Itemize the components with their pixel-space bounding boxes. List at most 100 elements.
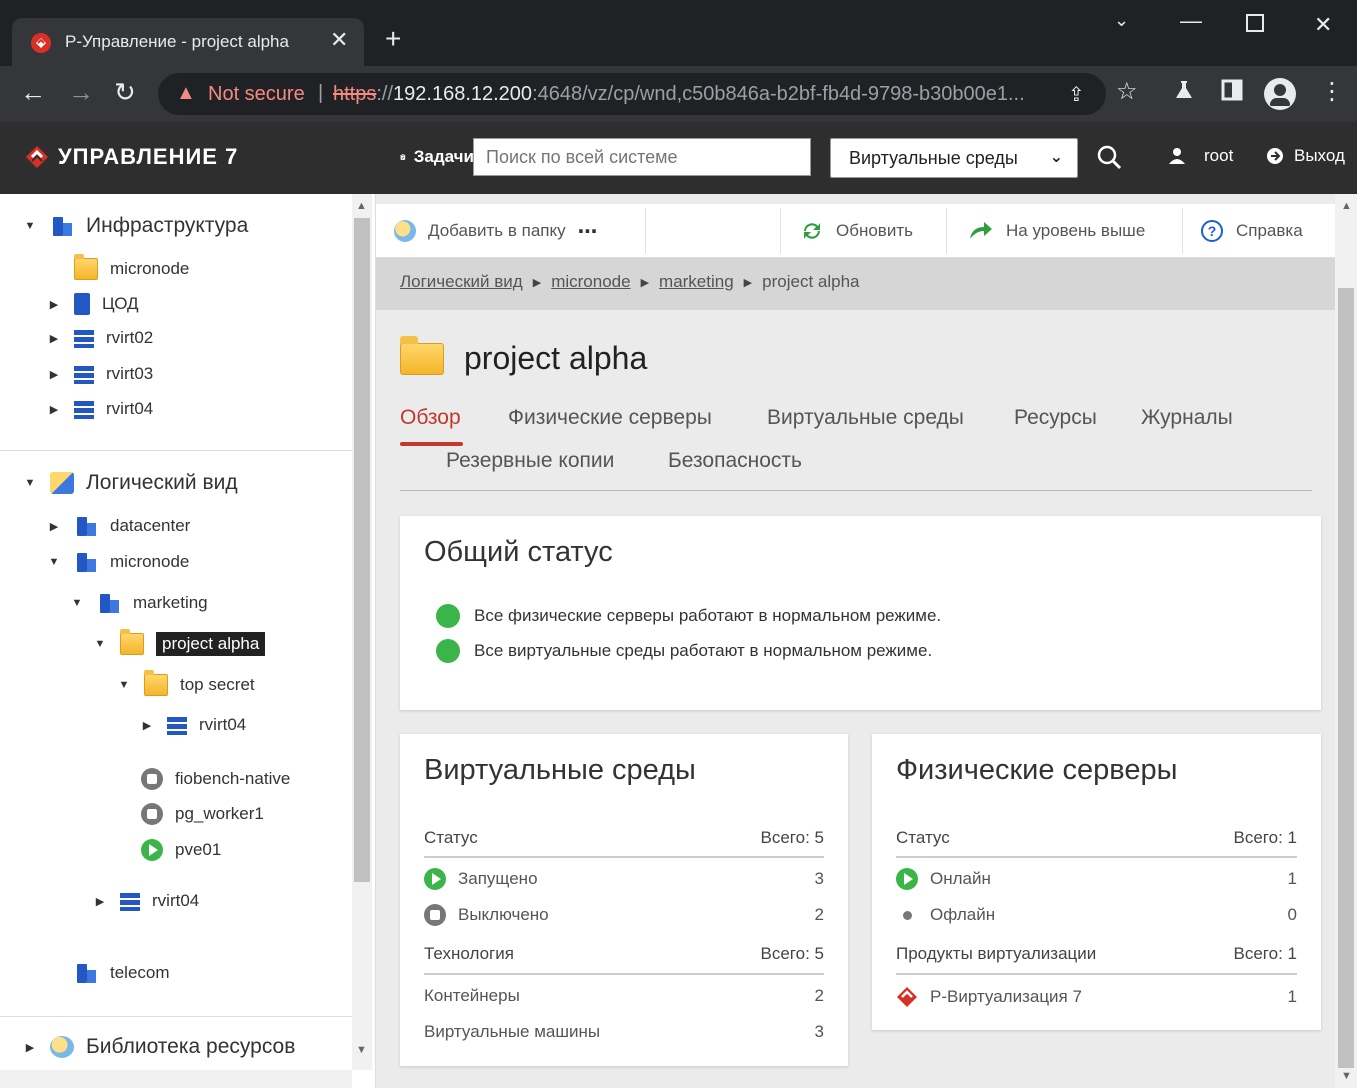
scroll-up-arrow-icon[interactable]: ▲ [1341, 200, 1352, 212]
up-level-button[interactable]: На уровень выше [968, 204, 1145, 258]
tree-node-infrastructure[interactable]: ▼ Инфраструктура [22, 214, 248, 238]
minimize-icon[interactable]: — [1180, 8, 1202, 34]
tab-physical-servers[interactable]: Физические серверы [508, 406, 712, 430]
scroll-up-arrow-icon[interactable]: ▲ [356, 200, 367, 212]
tree-label: datacenter [110, 516, 191, 535]
lab-flask-icon[interactable] [1172, 78, 1196, 109]
tree-node-marketing[interactable]: ▼ marketing [69, 592, 208, 614]
tab-security[interactable]: Безопасность [668, 449, 802, 473]
expand-arrow-icon[interactable]: ▶ [46, 332, 62, 345]
tree-node-resource-library[interactable]: ▶ Библиотека ресурсов [22, 1035, 295, 1059]
table-row[interactable]: Виртуальные машины 3 [424, 1022, 824, 1042]
search-icon[interactable] [1096, 144, 1122, 175]
tree-node-fiobench[interactable]: fiobench-native [113, 768, 290, 790]
tree-node-rvirt04-outer[interactable]: ▶ rvirt04 [92, 891, 199, 911]
status-text: Все физические серверы работают в нормал… [474, 606, 942, 625]
tab-resources[interactable]: Ресурсы [1014, 406, 1097, 430]
url-separator: :// [376, 83, 394, 105]
sidebar-scrollbar[interactable]: ▲ ▼ [352, 194, 372, 1070]
tree-node-top-secret[interactable]: ▼ top secret [116, 670, 255, 696]
tree-node-pg-worker1[interactable]: pg_worker1 [113, 803, 264, 825]
collapse-arrow-icon[interactable]: ▼ [116, 679, 132, 691]
breadcrumb-link[interactable]: Логический вид [400, 272, 523, 292]
global-search-input[interactable] [473, 138, 811, 176]
tree-node-rvirt04[interactable]: ▶ rvirt04 [46, 399, 153, 419]
general-status-card: Общий статус Все физические серверы рабо… [400, 516, 1321, 710]
brand[interactable]: УПРАВЛЕНИЕ 7 [24, 144, 238, 170]
tree-node-rvirt02[interactable]: ▶ rvirt02 [46, 328, 153, 348]
new-tab-button[interactable]: + [385, 24, 401, 54]
tree-node-cod[interactable]: ▶ ЦОД [46, 293, 139, 315]
tab-search-icon[interactable]: ⌄ [1114, 10, 1129, 31]
tree-node-logical-view[interactable]: ▼ Логический вид [22, 471, 238, 495]
tree-node-pve01[interactable]: pve01 [113, 839, 221, 861]
tree-node-rvirt04-inner[interactable]: ▶ rvirt04 [139, 715, 246, 735]
collapse-arrow-icon[interactable]: ▼ [22, 220, 38, 232]
table-row[interactable]: Онлайн 1 [896, 868, 1297, 890]
side-panel-icon[interactable] [1220, 78, 1244, 109]
collapse-arrow-icon[interactable]: ▼ [69, 597, 85, 609]
warning-icon: ▲ [176, 82, 196, 104]
scroll-down-arrow-icon[interactable]: ▼ [356, 1044, 367, 1056]
url-text[interactable]: https://192.168.12.200:4648/vz/cp/wnd,c5… [333, 83, 1025, 106]
browser-tab[interactable]: Р-Управление - project alpha ✕ [12, 18, 364, 66]
expand-arrow-icon[interactable]: ▶ [139, 719, 155, 732]
column-header: Продукты виртуализации [896, 944, 1097, 963]
tab-backups[interactable]: Резервные копии [446, 449, 614, 473]
address-bar[interactable]: ▲ Not secure | https://192.168.12.200:46… [158, 73, 1106, 115]
expand-arrow-icon[interactable]: ▶ [22, 1041, 38, 1054]
search-scope-select[interactable]: Виртуальные среды ⌄ [830, 138, 1078, 178]
tree-node-project-alpha[interactable]: ▼ project alpha [92, 629, 266, 656]
tab-overview[interactable]: Обзор [400, 406, 461, 430]
refresh-button[interactable]: Обновить [800, 204, 913, 258]
table-row[interactable]: Выключено 2 [424, 904, 824, 926]
expand-arrow-icon[interactable]: ▶ [46, 368, 62, 381]
tab-virtual-environments[interactable]: Виртуальные среды [767, 406, 964, 430]
add-to-folder-button[interactable]: Добавить в папку ⋯ [394, 204, 598, 258]
collapse-arrow-icon[interactable]: ▼ [46, 556, 62, 568]
tasks-button[interactable]: Задачи [400, 146, 474, 168]
table-row[interactable]: Запущено 3 [424, 868, 824, 890]
maximize-icon[interactable] [1246, 12, 1264, 38]
logout-button[interactable]: Выход [1266, 146, 1345, 166]
tree-node-micronode-infra[interactable]: micronode [46, 254, 189, 280]
breadcrumb-link[interactable]: micronode [551, 272, 630, 292]
tab-close-icon[interactable]: ✕ [330, 27, 348, 53]
table-row[interactable]: Офлайн 0 [896, 904, 1297, 926]
expand-arrow-icon[interactable]: ▶ [46, 298, 62, 311]
browser-menu-icon[interactable]: ⋮ [1320, 78, 1344, 106]
breadcrumb-link[interactable]: marketing [659, 272, 734, 292]
tree-node-micronode[interactable]: ▼ micronode [46, 551, 189, 573]
profile-avatar-icon[interactable] [1264, 78, 1296, 110]
tree-node-rvirt03[interactable]: ▶ rvirt03 [46, 364, 153, 384]
table-row[interactable]: Р-Виртуализация 7 1 [896, 986, 1297, 1008]
collapse-arrow-icon[interactable]: ▼ [92, 638, 108, 650]
collapse-arrow-icon[interactable]: ▼ [22, 477, 38, 489]
main-scrollbar[interactable]: ▲ ▼ [1335, 194, 1357, 1088]
window-close-icon[interactable]: ✕ [1314, 12, 1332, 38]
sidebar-horizontal-scrollbar[interactable] [0, 1070, 352, 1088]
bookmark-star-icon[interactable]: ☆ [1116, 78, 1138, 106]
scroll-down-arrow-icon[interactable]: ▼ [1341, 1070, 1352, 1082]
reload-icon[interactable]: ↻ [114, 78, 136, 106]
tabs-divider [400, 490, 1312, 491]
tree-node-telecom[interactable]: telecom [46, 962, 170, 984]
tab-logs[interactable]: Журналы [1141, 406, 1233, 430]
share-icon[interactable]: ⇪ [1068, 82, 1085, 107]
back-icon[interactable]: ← [20, 78, 46, 106]
breadcrumb: Логический вид ▶ micronode ▶ marketing ▶… [376, 258, 1335, 310]
table-row[interactable]: Контейнеры 2 [424, 986, 824, 1006]
sidebar-scroll-thumb[interactable] [354, 218, 370, 882]
main-scroll-thumb[interactable] [1338, 288, 1354, 1068]
toolbar-separator [946, 208, 947, 254]
expand-arrow-icon[interactable]: ▶ [46, 520, 62, 533]
tree-node-datacenter[interactable]: ▶ datacenter [46, 515, 190, 537]
expand-arrow-icon[interactable]: ▶ [46, 403, 62, 416]
column-header: Технология [424, 944, 514, 963]
user-menu[interactable]: root [1168, 146, 1233, 166]
help-button[interactable]: ? Справка [1200, 204, 1303, 258]
forward-icon[interactable]: → [68, 78, 94, 106]
expand-arrow-icon[interactable]: ▶ [92, 895, 108, 908]
app-logo-icon [30, 32, 52, 59]
more-actions-icon[interactable]: ⋯ [578, 219, 598, 244]
